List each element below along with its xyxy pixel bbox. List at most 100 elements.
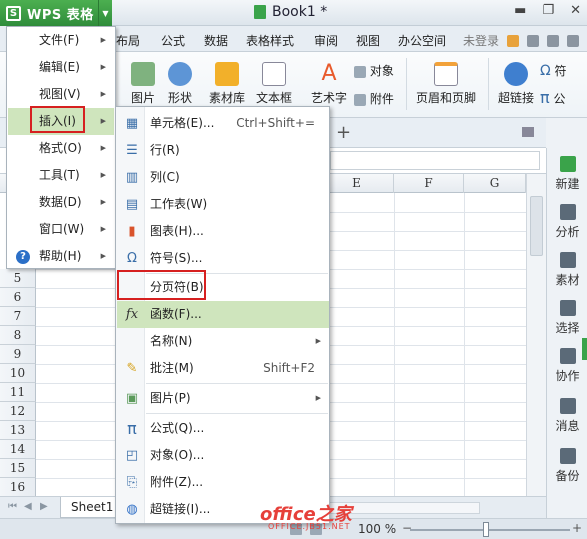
menu-item-tools[interactable]: 工具(T) ▶ xyxy=(8,162,114,189)
tab-view[interactable]: 视图 xyxy=(356,32,380,49)
tab-page-layout[interactable]: 布局 xyxy=(116,32,140,49)
row-header[interactable]: 7 xyxy=(0,307,36,326)
help-icon[interactable] xyxy=(547,34,559,47)
object-button[interactable]: 对象 xyxy=(354,62,400,79)
vertical-scrollbar[interactable] xyxy=(526,174,546,496)
zoom-level[interactable]: 100 % xyxy=(358,522,396,536)
menu-item-help[interactable]: ? 帮助(H) ▶ xyxy=(8,243,114,270)
menu-item-format[interactable]: 格式(O) ▶ xyxy=(8,135,114,162)
menu-item-insert-row[interactable]: ☰ 行(R) xyxy=(117,137,329,164)
formula-input[interactable] xyxy=(330,151,540,170)
row-header[interactable]: 11 xyxy=(0,383,36,402)
restore-icon[interactable]: ❐ xyxy=(542,3,554,18)
menu-item-insert-column[interactable]: ▥ 列(C) xyxy=(117,164,329,191)
task-message-label: 消息 xyxy=(555,419,580,433)
row-header[interactable]: 12 xyxy=(0,402,36,421)
tab-office-space[interactable]: 办公空间 xyxy=(398,32,446,49)
menu-item-insert-symbol[interactable]: Ω 符号(S)... xyxy=(117,245,329,272)
tab-review[interactable]: 审阅 xyxy=(314,32,338,49)
menu-item-edit[interactable]: 编辑(E) ▶ xyxy=(8,54,114,81)
prev-sheet-icon[interactable]: ◀ xyxy=(24,501,32,512)
menu-item-insert-comment[interactable]: ✎ 批注(M) Shift+F2 xyxy=(117,355,329,382)
menu-item-insert-function[interactable]: fx 函数(F)... xyxy=(117,301,329,328)
zoom-slider[interactable] xyxy=(410,529,570,531)
menu-item-insert-chart[interactable]: ▮ 图表(H)... xyxy=(117,218,329,245)
ribbon-divider xyxy=(406,58,407,110)
close-icon[interactable]: ✕ xyxy=(570,3,581,18)
paperclip-icon xyxy=(354,93,366,106)
menu-item-insert-object[interactable]: ◰ 对象(O)... xyxy=(117,442,329,469)
menu-item-insert-formula[interactable]: π 公式(Q)... xyxy=(117,415,329,442)
tab-table-style[interactable]: 表格样式 xyxy=(246,32,294,49)
row-header[interactable]: 6 xyxy=(0,288,36,307)
row-header[interactable]: 15 xyxy=(0,459,36,478)
task-backup-button[interactable]: 备份 xyxy=(547,448,587,484)
task-select-button[interactable]: 选择 xyxy=(547,300,587,336)
scrollbar-thumb[interactable] xyxy=(530,196,543,256)
textbox-button[interactable]: 文本框 xyxy=(252,62,296,106)
task-new-button[interactable]: 新建 xyxy=(547,156,587,192)
task-select-label: 选择 xyxy=(555,321,580,335)
collapse-icon[interactable] xyxy=(567,34,579,47)
menu-item-data[interactable]: 数据(D) ▶ xyxy=(8,189,114,216)
formula-button[interactable]: π 公 xyxy=(540,88,586,107)
task-pane-handle[interactable] xyxy=(582,338,587,360)
menu-item-label: 函数(F)... xyxy=(150,307,202,321)
symbol-button[interactable]: Ω 符 xyxy=(540,62,586,79)
minimize-icon[interactable]: ▬ xyxy=(514,3,526,18)
menu-item-file[interactable]: 文件(F) ▶ xyxy=(8,27,114,54)
hyperlink-button[interactable]: 超链接 xyxy=(494,62,538,106)
next-sheet-icon[interactable]: ▶ xyxy=(40,501,48,512)
column-header[interactable]: E xyxy=(320,174,394,193)
menu-item-insert-attachment[interactable]: ⎘ 附件(Z)... xyxy=(117,469,329,496)
menu-item-window[interactable]: 窗口(W) ▶ xyxy=(8,216,114,243)
menu-item-insert-cells[interactable]: ▦ 单元格(E)... Ctrl+Shift+= xyxy=(117,110,329,137)
row-header[interactable]: 8 xyxy=(0,326,36,345)
zoom-out-icon[interactable]: − xyxy=(402,521,412,535)
task-collab-button[interactable]: 协作 xyxy=(547,348,587,384)
row-header[interactable]: 10 xyxy=(0,364,36,383)
column-header[interactable]: G xyxy=(464,174,526,193)
header-footer-button[interactable]: 页眉和页脚 xyxy=(412,62,480,106)
globe-icon: ◍ xyxy=(126,502,138,517)
menu-item-view[interactable]: 视图(V) ▶ xyxy=(8,81,114,108)
row-header[interactable]: 14 xyxy=(0,440,36,459)
hyperlink-label: 超链接 xyxy=(497,91,534,105)
task-message-button[interactable]: 消息 xyxy=(547,398,587,434)
row-header[interactable]: 9 xyxy=(0,345,36,364)
task-clipart-button[interactable]: 素材 xyxy=(547,252,587,288)
column-header[interactable]: F xyxy=(394,174,464,193)
picture-button[interactable]: 图片 xyxy=(128,62,158,106)
menu-item-insert-picture[interactable]: ▣ 图片(P) ▶ xyxy=(117,385,329,412)
menu-item-label: 附件(Z)... xyxy=(150,475,204,489)
wps-app-button[interactable]: S WPS 表格 ▼ xyxy=(0,0,112,27)
menu-item-insert-worksheet[interactable]: ▤ 工作表(W) xyxy=(117,191,329,218)
chevron-down-icon[interactable]: ▼ xyxy=(98,0,112,27)
zoom-in-icon[interactable]: + xyxy=(572,521,582,535)
new-tab-icon[interactable]: + xyxy=(336,122,351,143)
row-header[interactable]: 13 xyxy=(0,421,36,440)
omega-icon: Ω xyxy=(127,251,137,266)
login-status[interactable]: 未登录 xyxy=(463,32,499,49)
formula-label: 公 xyxy=(553,92,566,106)
analyze-icon xyxy=(559,204,576,220)
shape-button[interactable]: 形状 xyxy=(160,62,200,106)
wordart-button[interactable]: A 艺术字 xyxy=(309,62,349,106)
pi-icon: π xyxy=(540,88,550,107)
row-header[interactable]: 5 xyxy=(0,269,36,288)
zoom-slider-thumb[interactable] xyxy=(483,522,489,537)
tab-data[interactable]: 数据 xyxy=(204,32,228,49)
chevron-right-icon: ▶ xyxy=(100,198,106,206)
task-analyze-button[interactable]: 分析 xyxy=(547,204,587,240)
refresh-icon[interactable] xyxy=(507,34,519,47)
clipart-button[interactable]: 素材库 xyxy=(205,62,249,106)
row-header[interactable]: 16 xyxy=(0,478,36,496)
shirt-icon[interactable] xyxy=(527,34,539,47)
attachment-button[interactable]: 附件 xyxy=(354,90,400,107)
cells-icon: ▦ xyxy=(125,116,139,131)
first-sheet-icon[interactable]: ⏮ xyxy=(8,501,17,512)
tab-menu-icon[interactable] xyxy=(522,127,534,137)
menu-separator xyxy=(146,413,328,414)
tab-formula[interactable]: 公式 xyxy=(161,32,185,49)
menu-item-insert-name[interactable]: 名称(N) ▶ xyxy=(117,328,329,355)
